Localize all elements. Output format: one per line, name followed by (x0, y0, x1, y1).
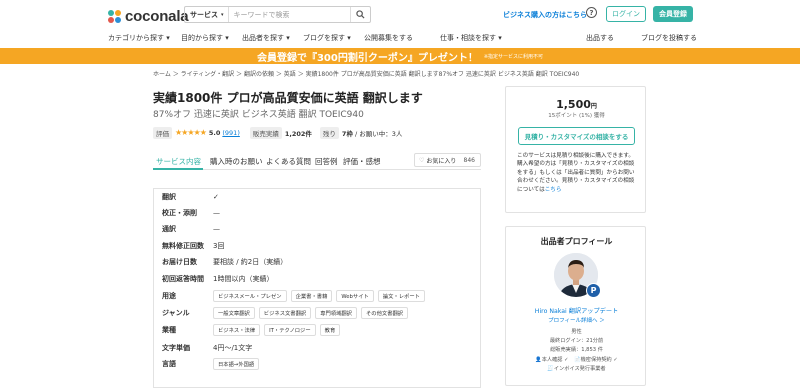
nav-item-find-work[interactable]: 仕事・相談を探す ▾ (440, 33, 502, 43)
active-tab-indicator (153, 168, 203, 170)
tag-chip[interactable]: IT・テクノロジー (264, 324, 316, 336)
invoice-badge: 🧾インボイス発行事業者 (547, 366, 606, 372)
tag-chip[interactable]: Webサイト (336, 290, 374, 302)
nav-item-sellers[interactable]: 出品者を探す ▾ (242, 33, 290, 43)
search-button[interactable] (350, 7, 370, 22)
nav-item-post-blog[interactable]: ブログを投稿する (641, 33, 697, 43)
logo-mark-icon (108, 9, 122, 24)
breadcrumb[interactable]: ホーム ＞ ライティング・翻訳 ＞ 翻訳の依頼 ＞ 英語 ＞ 実績1800件 プ… (153, 69, 579, 78)
login-button[interactable]: ログイン (606, 6, 646, 22)
tag-chip[interactable]: ビジネス文書翻訳 (258, 307, 312, 319)
register-button[interactable]: 会員登録 (653, 6, 693, 22)
search-category-select[interactable]: サービス ▾ (185, 7, 229, 22)
promo-banner[interactable]: 会員登録で『300円割引クーポン』プレゼント！ ※指定サービスに利用不可 (0, 48, 800, 64)
seller-profile-panel: 出品者プロフィール P Hiro Nakai 翻訳アップデート プロフィール詳細… (505, 226, 646, 386)
business-purchase-link[interactable]: ビジネス購入の方はこちら (503, 10, 587, 20)
tag-chip[interactable]: 企業書・書籍 (290, 290, 333, 302)
tag-chip[interactable]: 教育 (319, 324, 341, 336)
rating-label: 評価 (153, 126, 172, 139)
purchase-note: このサービスは見積り相談後に購入できます。購入希望の方は「見積り・カスタマイズの… (517, 153, 635, 193)
main-nav: カテゴリから探す ▾ 目的から探す ▾ 出品者を探す ▾ ブログを探す ▾ 公開… (0, 33, 800, 47)
tab-purchase-requests[interactable]: 購入時のお願い (210, 156, 263, 167)
favorite-count: 846 (463, 156, 475, 164)
in-progress: / お願い中：3人 (354, 129, 403, 138)
star-rating-icon: ★★★★★ (175, 128, 207, 137)
seller-sales: 総販売実績：1,853 件 (550, 347, 603, 353)
price-panel: 1,500円 15ポイント (1%) 獲得 見積り・カスタマイズの相談をする こ… (505, 86, 646, 213)
tag-chip[interactable]: ビジネス・法律 (213, 324, 261, 336)
heart-icon: ♡ (419, 156, 425, 164)
search-input[interactable]: キーワードで検索 (229, 10, 350, 20)
seller-last-login: 最終ログイン：21分前 (549, 338, 604, 344)
points-earned: 15ポイント (1%) 獲得 (548, 113, 605, 119)
remaining-value: 7枠 (341, 129, 353, 138)
tag-chip[interactable]: 日本語→外国語 (213, 358, 260, 370)
pro-badge-icon: P (586, 283, 601, 298)
verification-badges: 👤本人確認 ✓ 📄機密保持契約 ✓ (535, 357, 618, 363)
tag-chip[interactable]: ビジネスメール・プレゼン (213, 290, 287, 302)
tab-faq[interactable]: よくある質問 (266, 156, 311, 167)
help-icon[interactable]: ? (586, 7, 597, 18)
site-header: coconala サービス ▾ キーワードで検索 ビジネス購入の方はこちら ? … (0, 0, 800, 48)
tab-reviews[interactable]: 評価・感想 (343, 156, 381, 167)
rating-row: 評価 ★★★★★ 5.0 (991) 販売実績 1,202件 残り 7枠 / お… (153, 126, 403, 139)
page-subtitle: 87%オフ 迅速に英訳 ビジネス英語 翻訳 TOEIC940 (153, 110, 364, 120)
chevron-down-icon: ▾ (221, 11, 224, 18)
check-icon: ✓ (213, 193, 219, 201)
site-logo[interactable]: coconala (108, 8, 189, 25)
nav-item-sell[interactable]: 出品する (586, 33, 614, 43)
logo-text: coconala (125, 8, 189, 25)
profile-title: 出品者プロフィール (540, 237, 613, 246)
review-count[interactable]: (991) (222, 129, 239, 137)
favorite-button[interactable]: ♡ お気に入り 846 (414, 153, 481, 167)
price: 1,500円 (556, 98, 597, 111)
remaining-label: 残り (319, 126, 339, 139)
nav-item-blog[interactable]: ブログを探す ▾ (303, 33, 351, 43)
note-link[interactable]: こちら (545, 187, 562, 193)
tab-answer-examples[interactable]: 回答例 (315, 156, 338, 167)
profile-detail-link[interactable]: プロフィール詳細へ ＞ (506, 316, 647, 324)
nav-item-purpose[interactable]: 目的から探す ▾ (181, 33, 229, 43)
sales-label: 販売実績 (249, 126, 282, 139)
tag-chip[interactable]: その他文書翻訳 (360, 307, 409, 319)
search-bar: サービス ▾ キーワードで検索 (184, 6, 371, 23)
page-title: 実績1800件 プロが高品質安価に英語 翻訳します (153, 91, 423, 105)
rating-value: 5.0 (208, 128, 221, 137)
nav-item-category[interactable]: カテゴリから探す ▾ (108, 33, 170, 43)
tag-chip[interactable]: 論文・レポート (377, 290, 425, 302)
tab-service-details[interactable]: サービス内容 (156, 156, 201, 167)
seller-name[interactable]: Hiro Nakai 翻訳アップデート (506, 306, 647, 315)
service-spec-table: 翻訳 ✓ 校正・添削 — 通訳 — 無料修正回数 3回 お届け日数 要相談 / … (153, 188, 481, 388)
sales-value: 1,202件 (284, 129, 312, 138)
tag-chip[interactable]: 専門領域翻訳 (315, 307, 357, 319)
nav-item-public-request[interactable]: 公開募集をする (364, 33, 413, 43)
consult-button[interactable]: 見積り・カスタマイズの相談をする (518, 127, 635, 145)
seller-gender: 男性 (571, 329, 582, 335)
search-icon (356, 10, 365, 19)
tag-chip[interactable]: 一般文章翻訳 (213, 307, 255, 319)
